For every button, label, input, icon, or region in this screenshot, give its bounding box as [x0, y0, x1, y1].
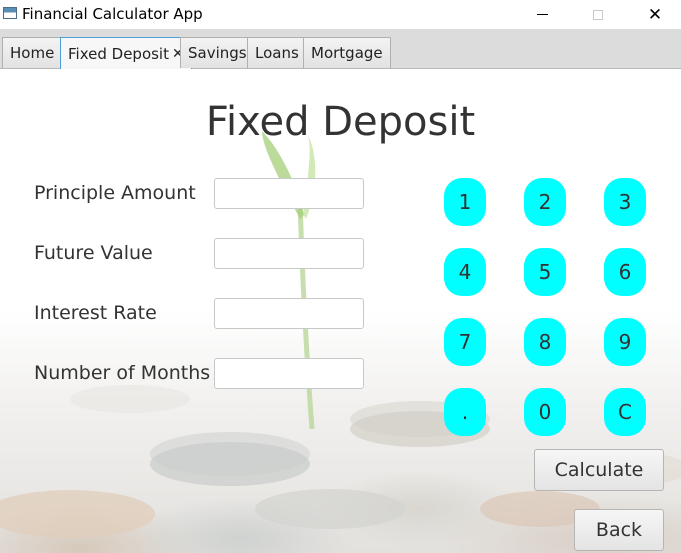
key-9-button[interactable]: 9	[604, 318, 646, 366]
tab-label: Savings	[188, 44, 247, 62]
minimize-icon	[536, 14, 548, 15]
key-5-button[interactable]: 5	[524, 248, 566, 296]
key-decimal-button[interactable]: .	[444, 388, 486, 436]
tab-bar: Home Fixed Deposit ✕ Savings Loans Mortg…	[0, 29, 681, 69]
future-value-input[interactable]	[214, 238, 364, 269]
key-6-button[interactable]: 6	[604, 248, 646, 296]
calculate-button[interactable]: Calculate	[534, 449, 664, 491]
key-0-button[interactable]: 0	[524, 388, 566, 436]
key-clear-button[interactable]: C	[604, 388, 646, 436]
maximize-icon	[593, 9, 603, 20]
maximize-button[interactable]	[575, 0, 621, 29]
key-3-button[interactable]: 3	[604, 178, 646, 226]
tab-savings[interactable]: Savings	[180, 37, 255, 68]
principle-amount-input[interactable]	[214, 178, 364, 209]
close-button[interactable]: ✕	[632, 0, 678, 29]
tab-label: Mortgage	[311, 44, 383, 62]
number-of-months-input[interactable]	[214, 358, 364, 389]
future-value-label: Future Value	[34, 242, 153, 264]
page-title: Fixed Deposit	[205, 99, 476, 145]
tab-home[interactable]: Home	[2, 37, 63, 68]
tab-mortgage[interactable]: Mortgage	[303, 37, 391, 68]
interest-rate-label: Interest Rate	[34, 302, 157, 324]
key-4-button[interactable]: 4	[444, 248, 486, 296]
principle-amount-label: Principle Amount	[34, 182, 196, 204]
interest-rate-input[interactable]	[214, 298, 364, 329]
app-icon	[3, 7, 17, 19]
title-bar: Financial Calculator App ✕	[0, 0, 681, 29]
back-button[interactable]: Back	[574, 509, 664, 551]
tab-fixed-deposit[interactable]: Fixed Deposit ✕	[60, 37, 192, 69]
tab-label: Home	[10, 44, 55, 62]
key-2-button[interactable]: 2	[524, 178, 566, 226]
tab-label: Fixed Deposit	[68, 44, 169, 63]
tab-label: Loans	[255, 44, 299, 62]
key-7-button[interactable]: 7	[444, 318, 486, 366]
tab-loans[interactable]: Loans	[247, 37, 307, 68]
fixed-deposit-panel: Fixed Deposit Principle Amount Future Va…	[0, 69, 681, 553]
number-of-months-label: Number of Months	[34, 362, 211, 384]
close-icon: ✕	[647, 4, 663, 25]
minimize-button[interactable]	[519, 0, 565, 29]
key-1-button[interactable]: 1	[444, 178, 486, 226]
key-8-button[interactable]: 8	[524, 318, 566, 366]
window-title: Financial Calculator App	[22, 5, 203, 23]
